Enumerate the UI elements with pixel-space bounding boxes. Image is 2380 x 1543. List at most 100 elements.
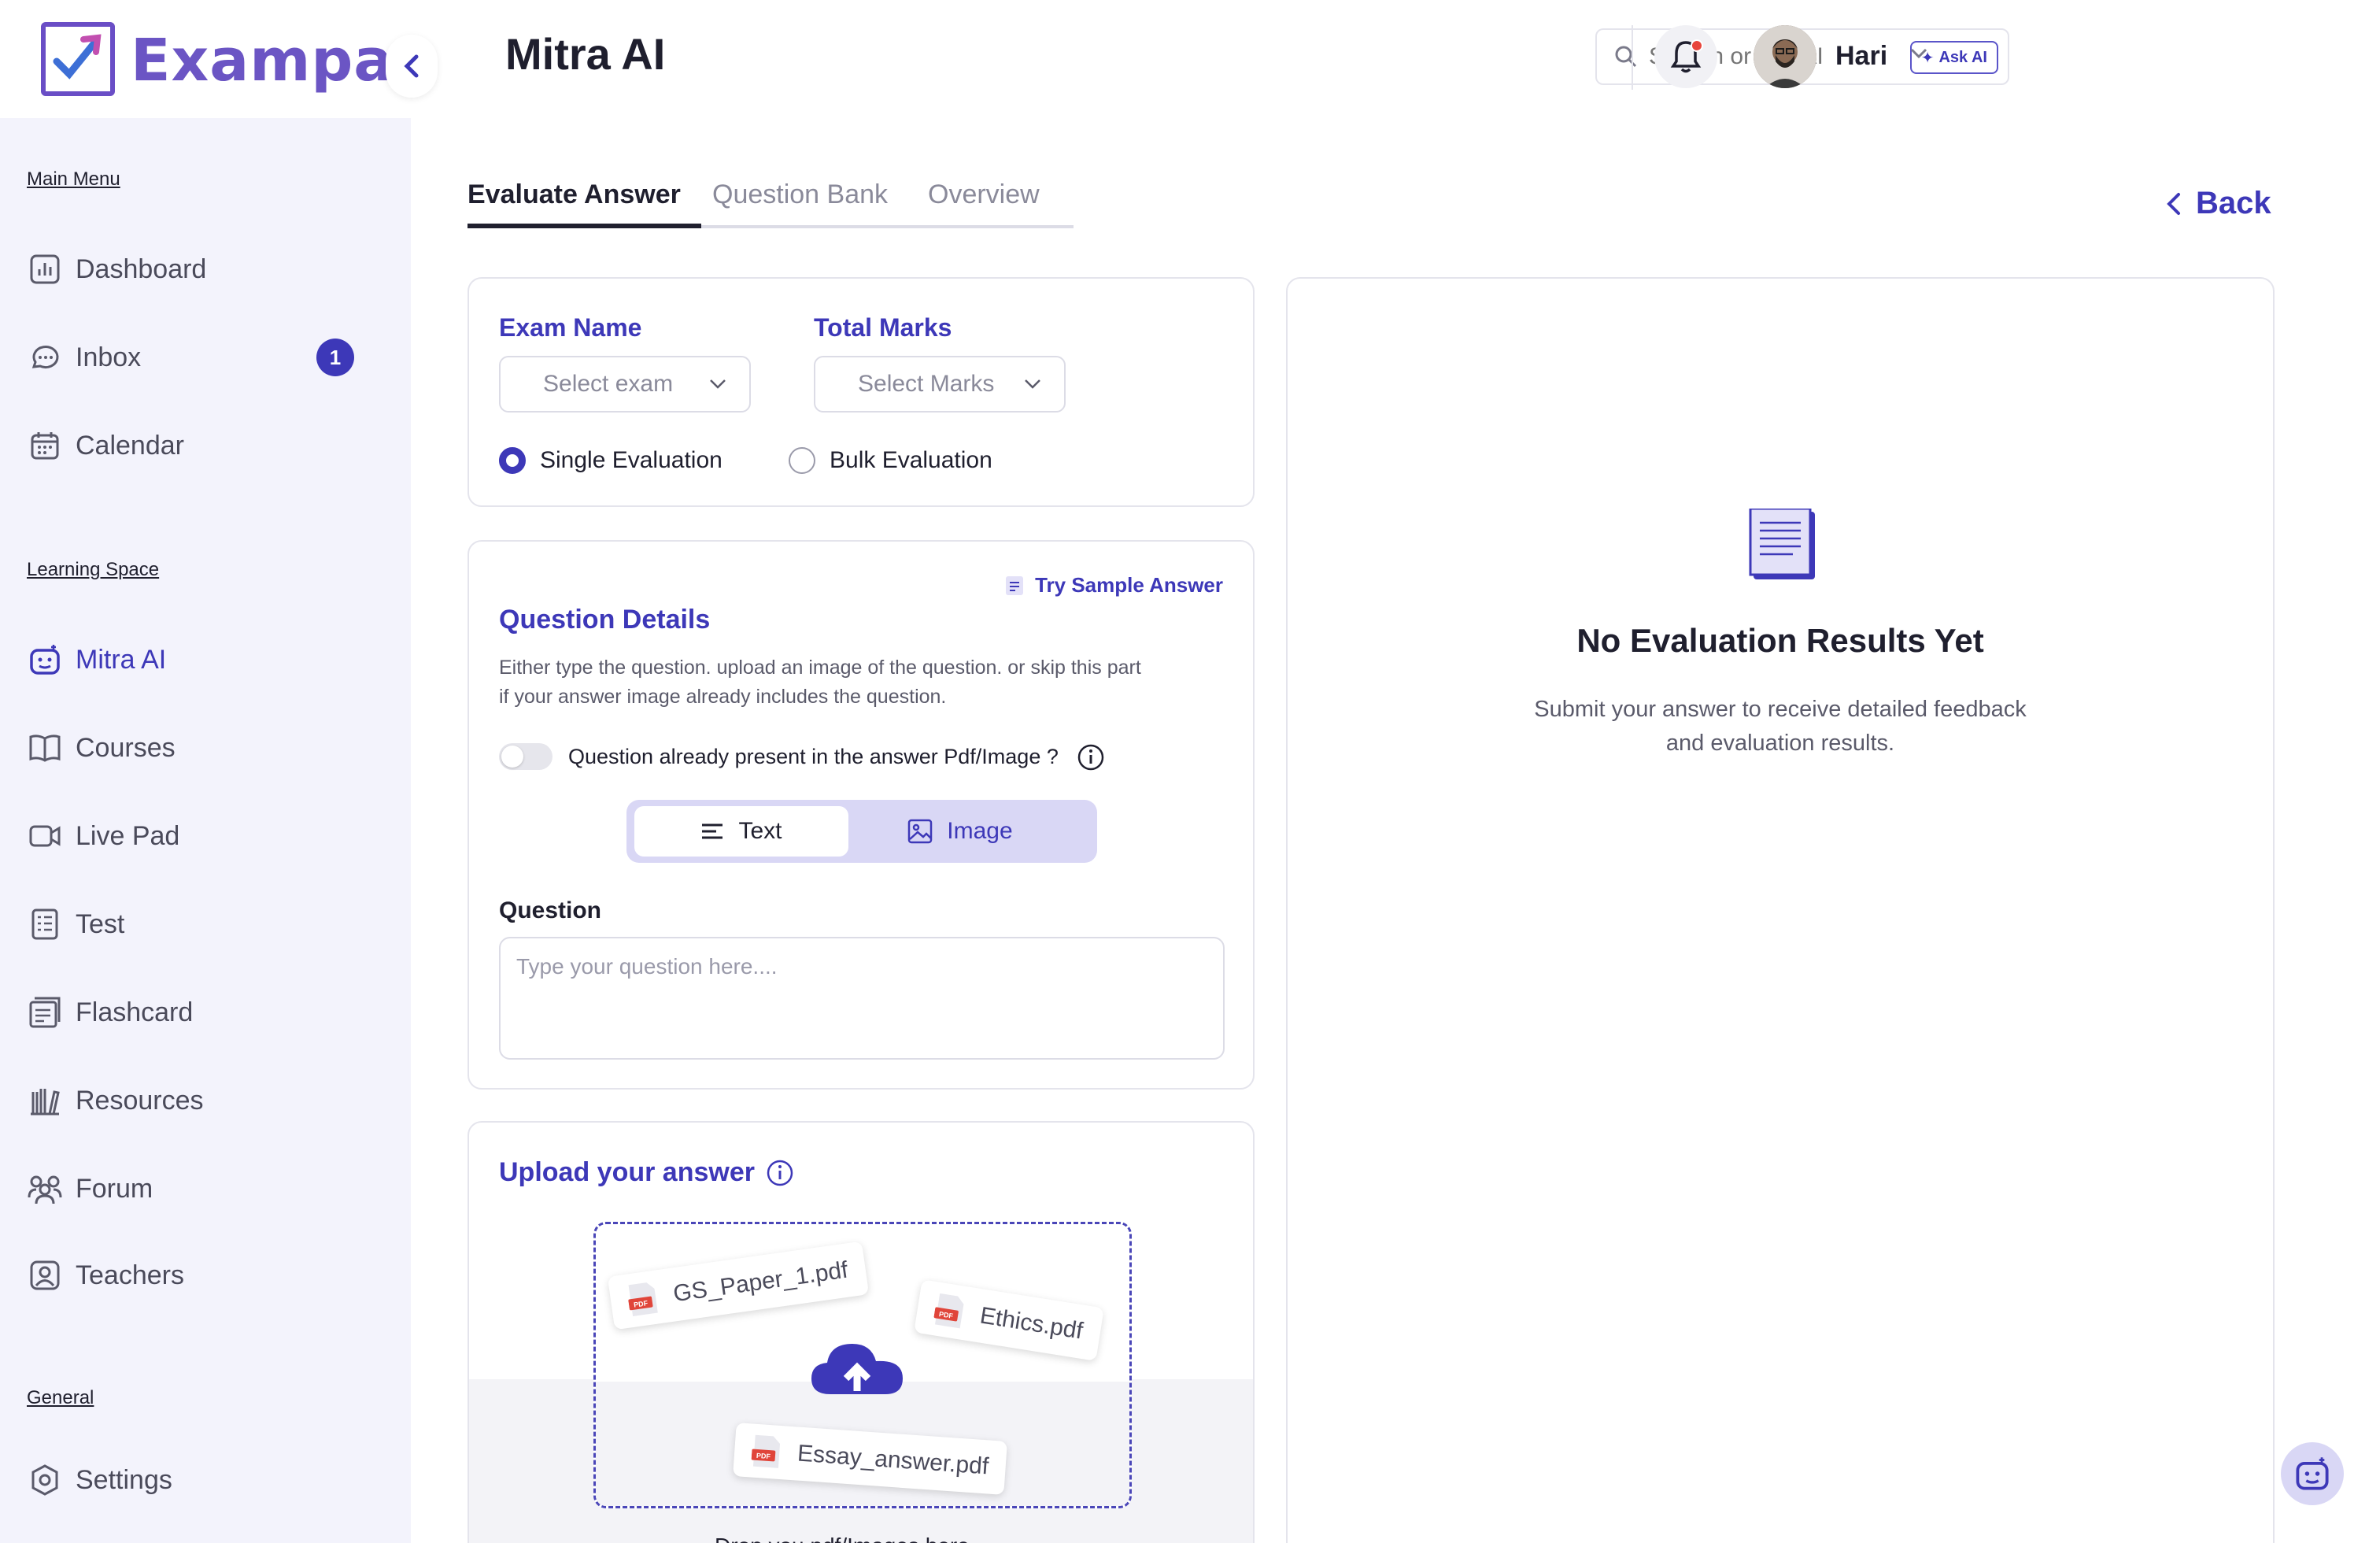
sidebar-item-courses[interactable]: Courses (27, 724, 381, 772)
sidebar-item-resources[interactable]: Resources (27, 1077, 381, 1124)
file-dropzone[interactable]: PDF GS_Paper_1.pdf PDF Ethics.pdf PDF Es… (593, 1222, 1132, 1508)
radio-label: Single Evaluation (540, 447, 722, 473)
chevron-left-icon (404, 54, 419, 78)
header: Mitra AI ✦ Ask AI (411, 0, 2380, 118)
book-icon (27, 730, 63, 766)
exam-settings-card: Exam Name Select exam Total Marks Select… (468, 277, 1255, 507)
chevron-down-icon[interactable] (1909, 47, 1928, 60)
text-mode-label: Text (738, 818, 782, 844)
sidebar-item-flashcard[interactable]: Flashcard (27, 989, 381, 1036)
helper-line: if your answer image already includes th… (499, 686, 947, 708)
sidebar-item-label: Test (76, 908, 125, 939)
test-icon (27, 906, 63, 942)
sidebar-item-label: Forum (76, 1173, 153, 1204)
toggle-knob (501, 746, 523, 768)
text-mode-button[interactable]: Text (634, 806, 848, 857)
total-marks-label: Total Marks (814, 313, 952, 342)
question-textarea[interactable]: Type your question here.... (499, 937, 1225, 1060)
sidebar-item-label: Flashcard (76, 997, 194, 1027)
page-title: Mitra AI (505, 29, 666, 79)
video-icon (27, 818, 63, 854)
sidebar-item-inbox[interactable]: Inbox 1 (27, 334, 381, 381)
sidebar-item-mitra-ai[interactable]: Mitra AI (27, 636, 381, 683)
question-present-toggle[interactable] (499, 743, 552, 770)
drop-hint: Drop you pdf/Images here (715, 1534, 970, 1543)
chatbot-button[interactable] (2281, 1442, 2344, 1505)
subtitle-line: Submit your answer to receive detailed f… (1534, 697, 2027, 722)
robot-icon (2296, 1457, 2329, 1490)
upload-title-label: Upload your answer (499, 1157, 755, 1187)
bulk-evaluation-radio[interactable]: Bulk Evaluation (789, 447, 992, 474)
sidebar-item-label: Inbox (76, 342, 142, 372)
marks-select-value: Select Marks (858, 371, 995, 397)
image-mode-button[interactable]: Image (853, 806, 1067, 857)
subtitle-line: and evaluation results. (1665, 731, 1895, 756)
section-main-menu: Main Menu (27, 168, 120, 190)
teacher-icon (27, 1257, 63, 1293)
robot-icon (27, 642, 63, 678)
file-chip-ethics: PDF Ethics.pdf (914, 1279, 1104, 1361)
sidebar-item-calendar[interactable]: Calendar (27, 422, 381, 469)
notification-button[interactable] (1654, 25, 1717, 88)
empty-state-subtitle: Submit your answer to receive detailed f… (1288, 693, 2273, 760)
radio-selected-icon (499, 447, 526, 474)
file-name: GS_Paper_1.pdf (671, 1256, 850, 1308)
flashcard-icon (27, 994, 63, 1031)
back-button[interactable]: Back (2166, 186, 2271, 221)
avatar[interactable] (1754, 25, 1816, 88)
sidebar-item-live-pad[interactable]: Live Pad (27, 812, 381, 860)
chevron-left-icon (2167, 192, 2180, 215)
marks-select[interactable]: Select Marks (814, 356, 1066, 413)
back-label: Back (2196, 186, 2271, 220)
upload-answer-card: Upload your answer PDF GS_Paper_1.pdf PD… (468, 1121, 1255, 1543)
single-evaluation-radio[interactable]: Single Evaluation (499, 447, 722, 474)
results-panel: No Evaluation Results Yet Submit your an… (1286, 277, 2275, 1543)
info-icon[interactable] (766, 1159, 794, 1187)
tab-question-bank[interactable]: Question Bank (712, 179, 888, 228)
empty-state-title: No Evaluation Results Yet (1576, 622, 1984, 659)
upload-title: Upload your answer (499, 1157, 794, 1188)
ask-ai-label: Ask AI (1938, 48, 1987, 66)
sidebar-item-settings[interactable]: Settings (27, 1456, 381, 1504)
sidebar-item-label: Resources (76, 1085, 204, 1116)
notification-dot (1691, 39, 1703, 52)
file-chip-gs-paper: PDF GS_Paper_1.pdf (607, 1241, 869, 1330)
question-details-title: Question Details (499, 605, 711, 635)
try-sample-answer-link[interactable]: Try Sample Answer (1005, 573, 1223, 598)
sidebar-item-forum[interactable]: Forum (27, 1165, 381, 1212)
sidebar-item-label: Calendar (76, 430, 184, 461)
section-learning-space: Learning Space (27, 559, 160, 580)
document-icon (1006, 575, 1024, 595)
helper-line: Either type the question. upload an imag… (499, 657, 1141, 679)
section-general: General (27, 1387, 94, 1408)
pdf-icon: PDF (626, 1280, 660, 1319)
user-name[interactable]: Hari (1835, 41, 1887, 72)
search-icon (1615, 46, 1637, 68)
pdf-tag: PDF (756, 1452, 771, 1460)
tab-overview[interactable]: Overview (928, 179, 1040, 228)
collapse-sidebar-button[interactable] (386, 35, 438, 98)
sidebar-item-label: Dashboard (76, 253, 207, 284)
pdf-icon: PDF (933, 1291, 967, 1330)
exam-select[interactable]: Select exam (499, 356, 751, 413)
info-icon[interactable] (1077, 743, 1105, 772)
radio-unselected-icon (789, 447, 815, 474)
header-divider (1632, 25, 1633, 90)
question-label: Question (499, 897, 602, 923)
file-name: Essay_answer.pdf (796, 1440, 990, 1480)
tab-evaluate-answer[interactable]: Evaluate Answer (468, 179, 701, 228)
document-stack-icon (1749, 509, 1815, 579)
sidebar-item-test[interactable]: Test (27, 901, 381, 948)
image-icon (908, 819, 933, 844)
exam-name-label: Exam Name (499, 313, 642, 342)
sidebar-item-dashboard[interactable]: Dashboard (27, 246, 381, 293)
sidebar-item-teachers[interactable]: Teachers (27, 1252, 381, 1299)
chevron-down-icon (710, 379, 726, 389)
settings-icon (27, 1462, 63, 1498)
logo-icon (41, 22, 115, 96)
library-icon (27, 1082, 63, 1119)
calendar-icon (27, 427, 63, 464)
exam-select-value: Select exam (543, 371, 674, 397)
inbox-badge: 1 (316, 339, 354, 376)
sidebar-item-label: Courses (76, 732, 176, 763)
